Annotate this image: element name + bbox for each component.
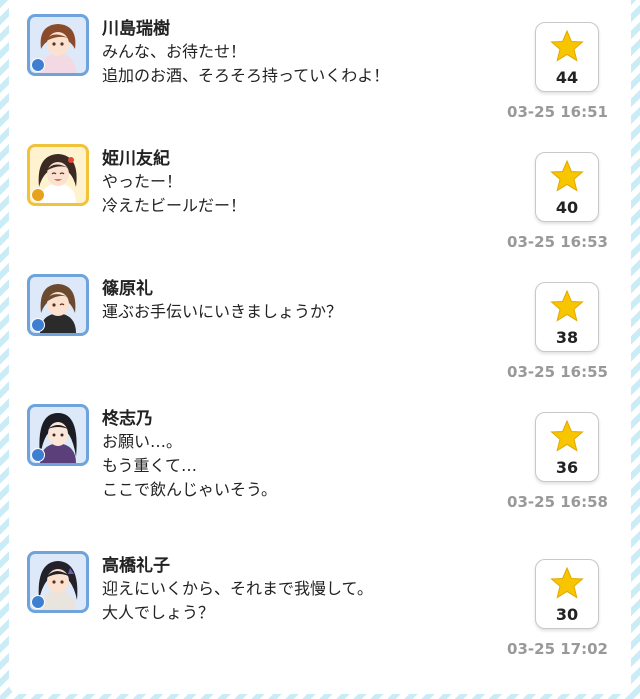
message-line: 追加のお酒、そろそろ持っていくわよ！ — [102, 66, 390, 85]
message-text: お願い…。 もう重くて… ここで飲んじゃいそう。 — [102, 430, 522, 502]
star-icon — [550, 289, 584, 322]
message-line: 大人でしょう？ — [102, 603, 215, 622]
like-count: 36 — [555, 458, 579, 477]
like-button[interactable]: 44 — [535, 22, 599, 92]
post-timestamp: 03-25 16:55 — [507, 363, 608, 381]
poster-name: 高橋礼子 — [102, 556, 170, 576]
avatar[interactable] — [27, 14, 89, 76]
message-text: みんな、お待たせ！ 追加のお酒、そろそろ持っていくわよ！ — [102, 40, 522, 88]
poster-name: 姫川友紀 — [102, 149, 170, 169]
rarity-badge-icon — [31, 58, 45, 72]
message-text: 運ぶお手伝いにいきましょうか？ — [102, 300, 522, 324]
like-count: 30 — [555, 605, 579, 624]
post-timestamp: 03-25 16:58 — [507, 493, 608, 511]
message-line: みんな、お待たせ！ — [102, 42, 247, 61]
message-line: ここで飲んじゃいそう。 — [102, 480, 278, 499]
message-text: 迎えにいくから、それまで我慢して。 大人でしょう？ — [102, 577, 522, 625]
avatar[interactable] — [27, 551, 89, 613]
avatar[interactable] — [27, 144, 89, 206]
rarity-badge-icon — [31, 188, 45, 202]
message-line: もう重くて… — [102, 456, 198, 475]
rarity-badge-icon — [31, 448, 45, 462]
post-timestamp: 03-25 17:02 — [507, 640, 608, 658]
avatar[interactable] — [27, 274, 89, 336]
like-button[interactable]: 36 — [535, 412, 599, 482]
like-button[interactable]: 40 — [535, 152, 599, 222]
message-text: やったー！ 冷えたビールだー！ — [102, 170, 522, 218]
like-count: 44 — [555, 68, 579, 87]
comment-feed-panel: 川島瑞樹 みんな、お待たせ！ 追加のお酒、そろそろ持っていくわよ！ 44 03-… — [9, 0, 631, 694]
message-line: 迎えにいくから、それまで我慢して。 — [102, 579, 374, 598]
avatar[interactable] — [27, 404, 89, 466]
like-count: 38 — [555, 328, 579, 347]
star-icon — [550, 159, 584, 192]
message-line: 冷えたビールだー！ — [102, 196, 247, 215]
star-icon — [550, 419, 584, 452]
like-button[interactable]: 38 — [535, 282, 599, 352]
poster-name: 篠原礼 — [102, 279, 153, 299]
rarity-badge-icon — [31, 595, 45, 609]
like-count: 40 — [555, 198, 579, 217]
post-timestamp: 03-25 16:53 — [507, 233, 608, 251]
star-icon — [550, 29, 584, 62]
star-icon — [550, 566, 584, 599]
message-line: やったー！ — [102, 172, 183, 191]
like-button[interactable]: 30 — [535, 559, 599, 629]
post-timestamp: 03-25 16:51 — [507, 103, 608, 121]
poster-name: 川島瑞樹 — [102, 19, 170, 39]
poster-name: 柊志乃 — [102, 409, 153, 429]
message-line: 運ぶお手伝いにいきましょうか？ — [102, 302, 343, 321]
message-line: お願い…。 — [102, 432, 183, 451]
rarity-badge-icon — [31, 318, 45, 332]
